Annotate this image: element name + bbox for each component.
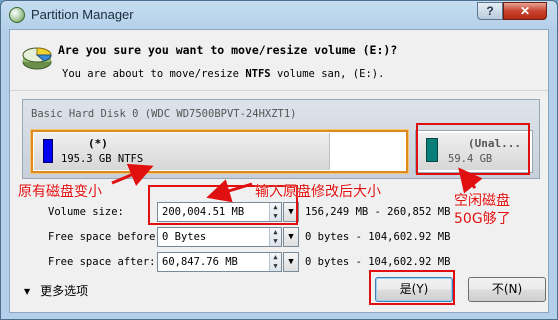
volume-size-unit-dropdown[interactable]: ▼ <box>283 202 299 222</box>
annotation-free-text-1: 空闲磁盘 <box>454 193 510 209</box>
annotation-input-text: 输入原盘修改后大小 <box>255 184 381 200</box>
yes-button[interactable]: 是(Y) <box>375 277 453 302</box>
free-after-input[interactable]: 60,847.76 MB ▲ ▼ <box>157 252 282 272</box>
unallocated-color-swatch <box>426 138 438 162</box>
help-button[interactable]: ? <box>477 2 503 20</box>
volume-size-spinner[interactable]: ▲ ▼ <box>269 203 281 221</box>
expand-arrow-icon: ▼ <box>24 287 31 296</box>
app-icon <box>9 7 25 23</box>
free-before-spinner[interactable]: ▲ ▼ <box>269 228 281 246</box>
free-before-value: 0 Bytes <box>162 231 207 243</box>
more-options-label: 更多选项 <box>40 284 89 298</box>
partition-main-size: 195.3 GB NTFS <box>61 153 144 165</box>
volume-size-input[interactable]: 200,004.51 MB ▲ ▼ <box>157 202 282 222</box>
partition-main-block[interactable]: (*) 195.3 GB NTFS <box>30 129 409 174</box>
volume-size-value: 200,004.51 MB <box>162 206 245 218</box>
free-after-value: 60,847.76 MB <box>162 256 238 268</box>
dialog-body: Are you sure you want to move/resize vol… <box>9 29 549 313</box>
free-after-range: 0 bytes - 104,602.92 MB <box>305 256 451 268</box>
free-before-unit-dropdown[interactable]: ▼ <box>283 227 299 247</box>
confirm-subtext: You are about to move/resize NTFS volume… <box>62 68 385 80</box>
unallocated-name: (Unal... <box>468 137 521 150</box>
volume-size-label: Volume size: <box>48 206 124 218</box>
volume-size-range: 156,249 MB - 260,852 MB <box>305 206 451 218</box>
free-before-range: 0 bytes - 104,602.92 MB <box>305 231 451 243</box>
annotation-shrink-text: 原有磁盘变小 <box>18 184 102 200</box>
window-title: Partition Manager <box>31 7 134 22</box>
disk-pie-icon <box>22 47 52 70</box>
separator <box>10 90 548 91</box>
confirm-question: Are you sure you want to move/resize vol… <box>58 43 398 57</box>
partition-manager-dialog: Partition Manager ? ✕ Are you sure you w… <box>0 0 558 320</box>
unallocated-size: 59.4 GB <box>448 153 493 165</box>
partition-main-name: (*) <box>88 137 108 150</box>
free-before-label: Free space before: <box>48 231 162 243</box>
free-before-input[interactable]: 0 Bytes ▲ ▼ <box>157 227 282 247</box>
close-button[interactable]: ✕ <box>503 2 547 20</box>
free-after-spinner[interactable]: ▲ ▼ <box>269 253 281 271</box>
disk-map-panel: Basic Hard Disk 0 (WDC WD7500BPVT-24HXZT… <box>22 99 540 179</box>
title-bar[interactable]: Partition Manager ? ✕ <box>1 1 557 29</box>
free-after-label: Free space after: <box>48 256 156 268</box>
more-options-toggle[interactable]: ▼ 更多选项 <box>24 282 88 299</box>
no-button[interactable]: 不(N) <box>468 277 546 302</box>
partition-color-swatch <box>43 139 53 163</box>
free-after-unit-dropdown[interactable]: ▼ <box>283 252 299 272</box>
partition-unallocated-block[interactable]: (Unal... 59.4 GB <box>415 130 533 173</box>
annotation-free-text-2: 50G够了 <box>454 211 511 227</box>
disk-label: Basic Hard Disk 0 (WDC WD7500BPVT-24HXZT… <box>31 108 297 120</box>
